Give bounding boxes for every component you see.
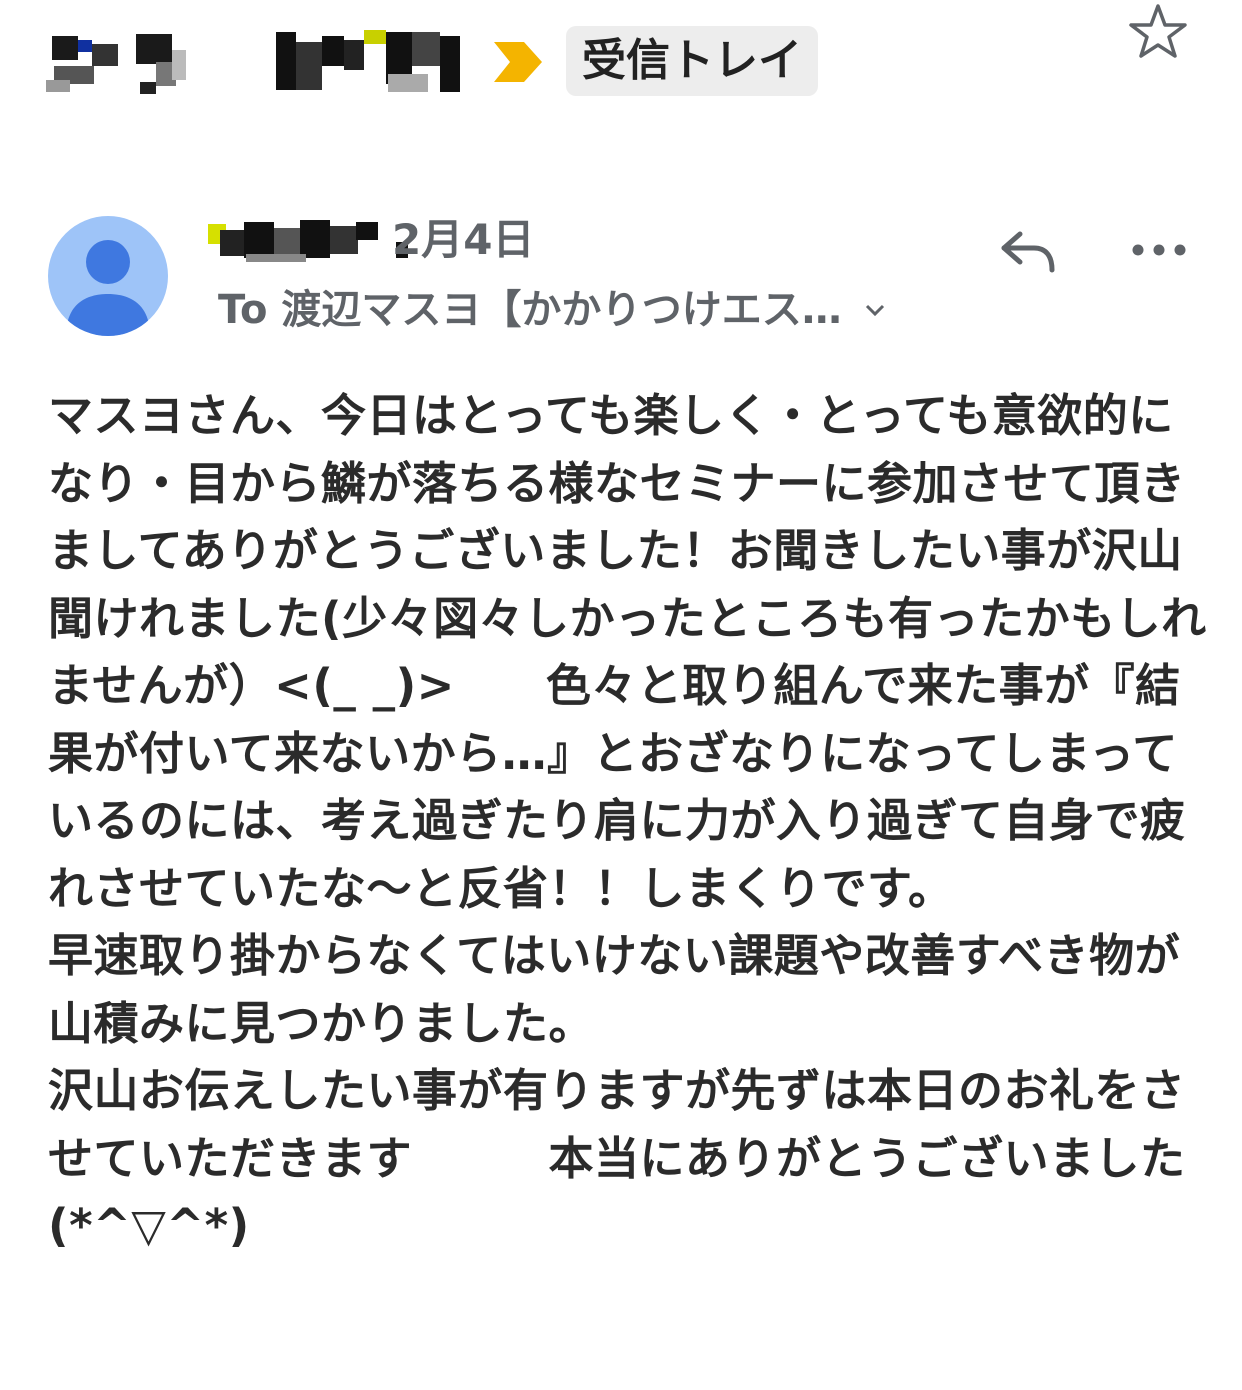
sender-name-redacted [206, 214, 408, 266]
label-chip-inbox[interactable]: 受信トレイ [566, 26, 818, 96]
chevron-down-icon[interactable] [862, 297, 888, 323]
subject-redacted [44, 26, 464, 96]
recipient-text: To 渡辺マスヨ【かかりつけエス… [218, 287, 842, 333]
reply-icon[interactable] [996, 226, 1058, 276]
star-icon[interactable] [1126, 0, 1190, 64]
message-header: 2月4日 To 渡辺マスヨ【かかりつけエス… [0, 200, 1242, 350]
message-body: マスヨさん、今日はとっても楽しく・とっても意欲的になり・目から鱗が落ちる様なセミ… [48, 389, 1207, 1252]
mail-header: 受信トレイ [0, 0, 1242, 130]
importance-marker-icon[interactable] [492, 40, 544, 84]
person-icon [66, 240, 150, 336]
avatar[interactable] [48, 216, 168, 336]
recipient-summary[interactable]: To 渡辺マスヨ【かかりつけエス… [218, 284, 888, 336]
message-date: 2月4日 [392, 215, 535, 264]
more-dots-icon[interactable] [1130, 238, 1188, 262]
